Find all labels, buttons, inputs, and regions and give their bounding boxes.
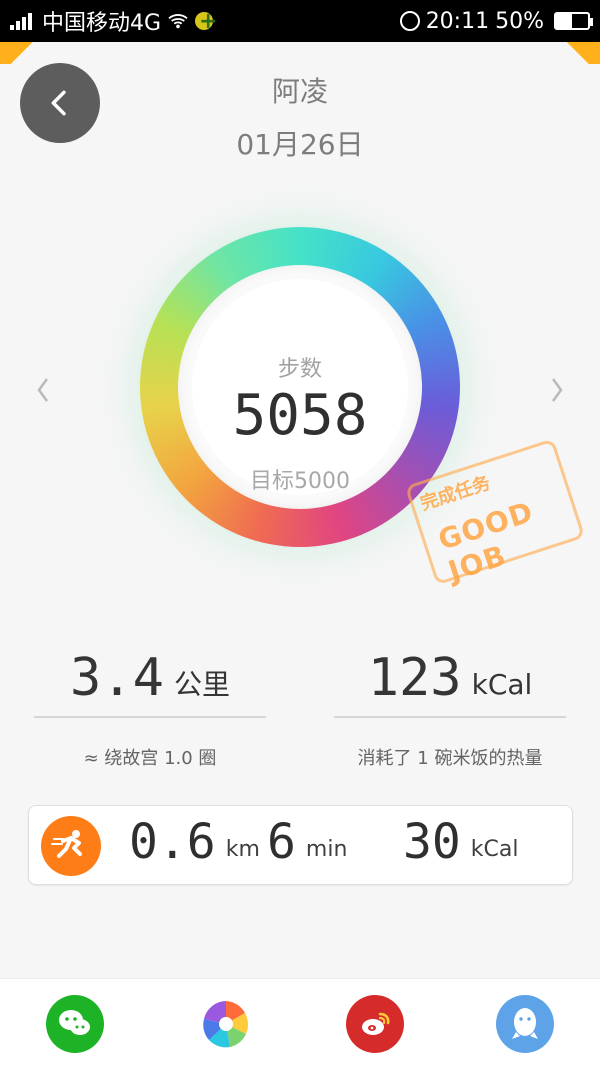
top-right-accent [556,42,600,64]
activity-duration: 6 min [267,818,347,866]
calories-note: 消耗了 1 碗米饭的热量 [357,748,543,769]
wechat-icon [59,1010,90,1035]
activity-duration-value: 6 [267,814,296,870]
page-title: 阿凌 [271,75,328,108]
activity-calories-value: 30 [403,814,461,870]
steps-label: 步数 [277,357,322,382]
battery-icon [554,12,593,30]
calories-metric: 123 kCal 消耗了 1 碗米饭的热量 [334,650,566,770]
activity-distance-unit: km [225,837,260,863]
calories-main: 123 kCal [334,650,566,704]
moments-share-button[interactable] [197,995,255,1053]
carrier-text: 中国移动4G [42,11,162,36]
status-left: 中国移动4G [10,5,217,37]
date-label: 01月26日 [236,128,364,161]
distance-divider [34,716,266,718]
distance-metric: 3.4 公里 ≈ 绕故宫 1.0 圈 [34,650,266,770]
previous-day-button[interactable] [28,370,58,410]
weibo-icon [362,1012,390,1035]
time-text: 20:11 [425,8,490,34]
distance-main: 3.4 公里 [34,650,266,704]
battery-fill [556,14,572,28]
running-icon [41,816,101,876]
calories-unit: kCal [471,667,533,701]
calories-divider [334,716,566,718]
calories-value: 123 [367,648,462,708]
activity-card[interactable]: 0.6 km 6 min 30 kCal [28,805,573,885]
activity-duration-unit: min [305,837,348,863]
share-bar [0,978,600,1067]
activity-distance-value: 0.6 [129,814,216,870]
signal-icon [10,12,32,30]
qq-share-button[interactable] [496,995,554,1053]
steps-ring-inner: 步数 5058 目标5000 [178,265,422,509]
status-right: 20:11 50% [399,8,593,34]
qq-icon [512,1008,538,1039]
battery-text: 50% [495,8,544,34]
activity-distance: 0.6 km [129,818,260,866]
steps-value: 5058 [232,383,368,448]
status-bar: 中国移动4G 20:11 50% [0,0,600,42]
chevron-left-icon [37,378,49,402]
moments-icon [199,997,253,1051]
wechat-share-button[interactable] [46,995,104,1053]
chevron-right-icon [551,378,563,402]
distance-value: 3.4 [70,648,164,708]
app-status-icon [195,9,217,34]
next-day-button[interactable] [542,370,572,410]
top-left-accent [0,42,44,64]
activity-calories: 30 kCal [403,818,519,866]
wifi-icon [168,14,188,29]
distance-note: ≈ 绕故宫 1.0 圈 [83,748,217,769]
alarm-icon [399,11,420,31]
distance-unit: 公里 [173,667,230,701]
activity-calories-unit: kCal [470,837,519,863]
goal-label: 目标5000 [250,469,350,494]
steps-center: 步数 5058 目标5000 [192,279,408,495]
weibo-share-button[interactable] [346,995,404,1053]
